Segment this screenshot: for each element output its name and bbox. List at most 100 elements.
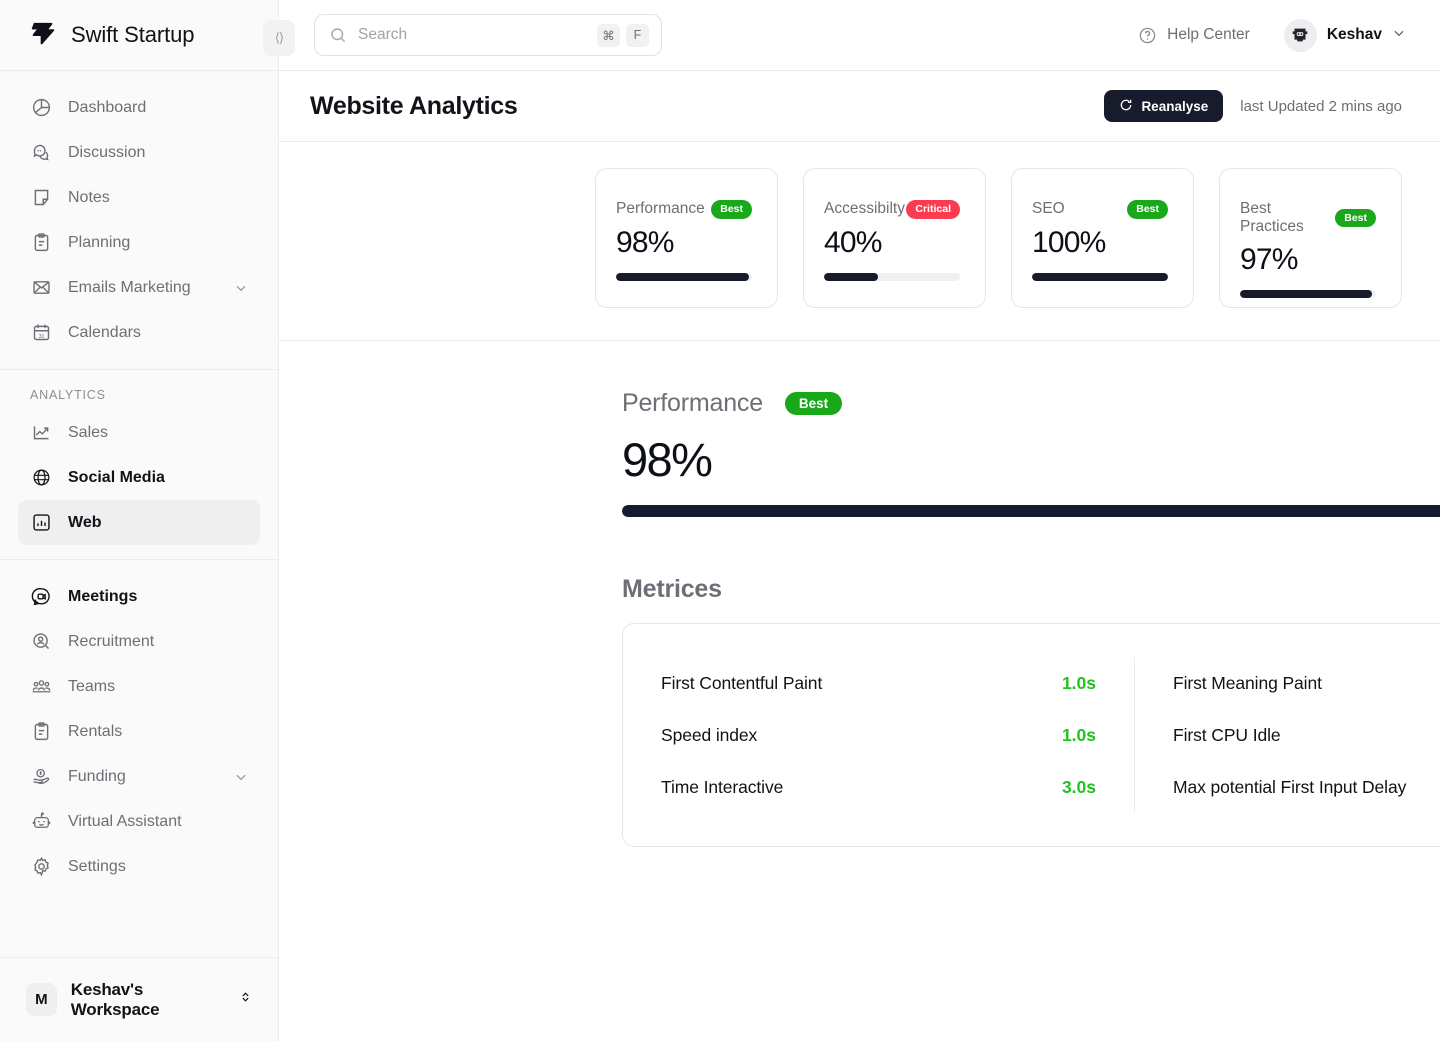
page-header: Website Analytics Reanalyse last Updated…	[279, 71, 1440, 142]
score-card-header: Accessibilty Critical	[824, 200, 960, 219]
chevron-down-icon[interactable]	[234, 770, 248, 784]
metric-name: Max potential First Input Delay	[1173, 776, 1407, 797]
score-progress-bar	[616, 272, 752, 281]
score-progress-bar	[824, 272, 960, 281]
sidebar-item-dashboard[interactable]: Dashboard	[18, 85, 260, 130]
sidebar-item-label: Dashboard	[68, 98, 147, 116]
sidebar-item-label: Teams	[68, 677, 116, 695]
refresh-icon	[1119, 98, 1133, 115]
sidebar-item-settings[interactable]: Settings	[18, 844, 260, 889]
clipboard-icon	[30, 721, 52, 743]
metric-name: First Meaning Paint	[1173, 672, 1322, 693]
score-card-seo[interactable]: SEO Best 100%	[1011, 168, 1194, 308]
sidebar-item-label: Planning	[68, 233, 131, 251]
performance-section: Performance Best 98%	[279, 341, 1440, 517]
envelope-icon	[30, 277, 52, 299]
calendar-icon: 31	[30, 322, 52, 344]
sidebar-item-recruitment[interactable]: Recruitment	[18, 619, 260, 664]
search-box[interactable]: ⌘ F	[314, 14, 662, 56]
shortcut-key-f: F	[626, 23, 649, 47]
chevron-down-icon[interactable]	[1392, 26, 1406, 45]
code-collapse-icon: ⟨⟩	[274, 30, 284, 45]
sidebar-item-calendars[interactable]: 31 Calendars	[18, 310, 260, 355]
note-page-icon	[30, 187, 52, 209]
workspace-name: Keshav's Workspace	[70, 979, 160, 1019]
score-card-header: SEO Best	[1032, 200, 1168, 219]
status-badge: Best	[1335, 208, 1376, 228]
help-center-label: Help Center	[1167, 26, 1250, 43]
metric-row: Time Interactive 3.0s	[661, 761, 1096, 813]
score-card-accessibility[interactable]: Accessibilty Critical 40%	[803, 168, 986, 308]
reanalyse-label: Reanalyse	[1141, 98, 1209, 114]
page-header-actions: Reanalyse last Updated 2 mins ago	[1104, 90, 1402, 122]
metric-row: First Contentful Paint 1.0s	[661, 657, 1096, 709]
metrics-column-left: First Contentful Paint 1.0s Speed index …	[623, 657, 1134, 813]
sidebar-item-rentals[interactable]: Rentals	[18, 709, 260, 754]
svg-text:31: 31	[38, 334, 44, 340]
sidebar-item-label: Web	[68, 513, 102, 531]
performance-title: Performance	[622, 389, 763, 417]
sidebar-item-social-media[interactable]: Social Media	[18, 455, 260, 500]
workspace-avatar: M	[26, 983, 57, 1016]
status-badge: Critical	[906, 200, 960, 219]
status-badge: Best	[1127, 200, 1168, 219]
score-card-value: 98%	[616, 225, 674, 259]
score-progress-bar	[1032, 272, 1168, 281]
sidebar-item-funding[interactable]: Funding	[18, 754, 260, 799]
search-shortcut: ⌘ F	[597, 23, 649, 47]
sidebar-item-label: Calendars	[68, 323, 141, 341]
sidebar-item-planning[interactable]: Planning	[18, 220, 260, 265]
search-icon	[329, 26, 347, 44]
sidebar-item-emails-marketing[interactable]: Emails Marketing	[18, 265, 260, 310]
people-group-icon	[30, 676, 52, 698]
sidebar-analytics-section: ANALYTICS Sales Social Media Web	[0, 370, 278, 560]
metric-name: First Contentful Paint	[661, 672, 823, 693]
metric-value: 1.0s	[1061, 672, 1096, 693]
help-center-button[interactable]: Help Center	[1138, 26, 1250, 45]
metric-name: First CPU Idle	[1173, 724, 1281, 745]
sidebar-item-notes[interactable]: Notes	[18, 175, 260, 220]
sidebar-item-label: Notes	[68, 188, 110, 206]
top-bar: ⌘ F Help Center	[279, 0, 1440, 71]
sidebar-item-meetings[interactable]: Meetings	[18, 574, 260, 619]
user-search-icon	[30, 631, 52, 653]
sidebar-item-label: Settings	[68, 857, 126, 875]
metric-value: 1.0s	[1061, 724, 1096, 745]
sidebar-item-web[interactable]: Web	[18, 500, 260, 545]
sidebar: Swift Startup ⟨⟩ Dashboard Discussion No…	[0, 0, 295, 1041]
performance-value: 98%	[622, 433, 713, 486]
sidebar-item-sales[interactable]: Sales	[18, 410, 260, 455]
reanalyse-button[interactable]: Reanalyse	[1104, 90, 1224, 122]
score-card-best-practices[interactable]: Best Practices Best 97%	[1219, 168, 1402, 308]
user-avatar-icon	[1283, 18, 1317, 52]
sidebar-item-label: Meetings	[68, 587, 138, 605]
app-root: Swift Startup ⟨⟩ Dashboard Discussion No…	[0, 0, 1440, 1041]
score-card-header: Performance Best	[616, 200, 752, 219]
sidebar-item-label: Rentals	[68, 722, 123, 740]
sidebar-item-discussion[interactable]: Discussion	[18, 130, 260, 175]
workspace-switcher[interactable]: M Keshav's Workspace	[18, 980, 260, 1020]
metric-row: First CPU Idle 2.4s	[1173, 709, 1440, 761]
metric-row: Max potential First Input Delay 200ms	[1173, 761, 1440, 813]
sidebar-group-label-analytics: ANALYTICS	[30, 388, 106, 402]
sidebar-item-label: Discussion	[68, 143, 146, 161]
chat-bubbles-icon	[30, 142, 52, 164]
sidebar-item-teams[interactable]: Teams	[18, 664, 260, 709]
score-card-header: Best Practices Best	[1240, 200, 1376, 236]
sidebar-item-label: Social Media	[68, 468, 165, 486]
metric-name: Time Interactive	[661, 776, 784, 797]
chevron-up-down-icon[interactable]	[239, 989, 252, 1010]
sidebar-item-virtual-assistant[interactable]: Virtual Assistant	[18, 799, 260, 844]
score-card-performance[interactable]: Performance Best 98%	[595, 168, 778, 308]
search-input[interactable]	[358, 26, 586, 44]
chevron-down-icon[interactable]	[234, 281, 248, 295]
hand-money-icon	[30, 766, 52, 788]
user-name: Keshav	[1326, 26, 1382, 43]
sidebar-collapse-button[interactable]: ⟨⟩	[263, 20, 295, 56]
performance-status-badge: Best	[784, 391, 843, 416]
sidebar-primary-nav: Dashboard Discussion Notes Planning Emai…	[0, 71, 278, 370]
user-menu[interactable]: Keshav	[1283, 18, 1406, 52]
main-area: ⌘ F Help Center	[279, 0, 1440, 1041]
score-cards-row: Performance Best 98% Accessibilty Critic…	[279, 142, 1440, 341]
trend-up-icon	[30, 422, 52, 444]
